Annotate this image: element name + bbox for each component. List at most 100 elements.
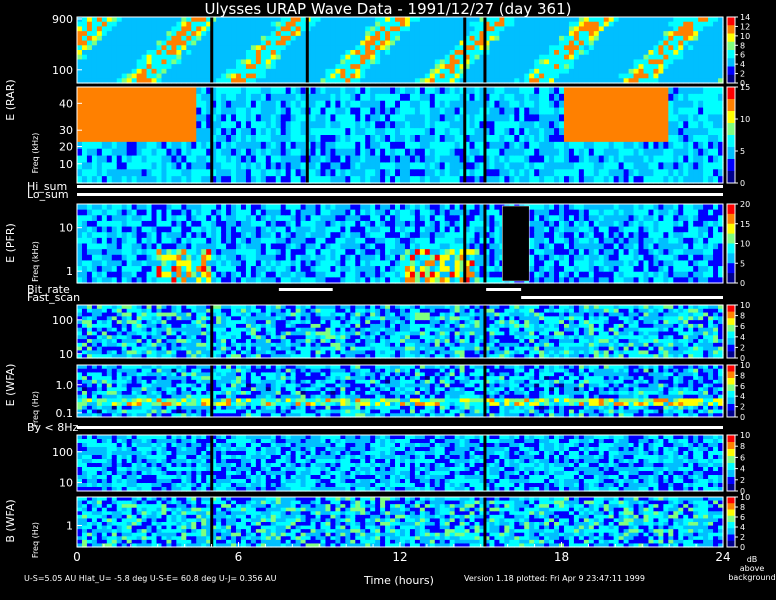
colorbar-tick-label: 12 (740, 22, 750, 31)
colorbar-tick-label: 8 (740, 503, 745, 512)
colorbar-tick-label: 14 (740, 13, 750, 22)
strip-label: By < 8Hz (27, 421, 79, 434)
colorbar-cell (727, 135, 735, 140)
y-tick-label: 1 (66, 265, 73, 278)
colorbar-cell (727, 243, 735, 248)
colorbar-tick-label: 8 (740, 371, 745, 380)
colorbar-tick-label: 6 (740, 513, 745, 522)
panel-wfa-e-high (76, 304, 724, 359)
colorbar-tick-label: 2 (740, 403, 745, 412)
y-tick-label: 100 (52, 446, 73, 459)
data-gap-line (210, 305, 214, 358)
colorbar-cell (727, 227, 735, 231)
colorbar-cell (727, 87, 735, 92)
colorbar-cell (727, 207, 735, 212)
spectrogram-figure: 9001001412108642040302010Freq (kHz)15105… (4, 13, 776, 582)
colorbar-tick-label: 10 (740, 115, 750, 124)
colorbar-cell (727, 99, 735, 104)
colorbar-wfa-b-high (726, 434, 736, 492)
colorbar-tick-label: 6 (740, 382, 745, 391)
colorbar-tick-label: 4 (740, 523, 745, 532)
version-text: Version 1.18 plotted: Fri Apr 9 23:47:11… (464, 574, 645, 583)
colorbar-tick-label: 10 (740, 32, 750, 41)
y-axis-label: Freq (kHz) (31, 133, 40, 174)
colorbar-unit-label: above (740, 564, 765, 573)
panel-group-label: E (WFA) (4, 364, 17, 407)
colorbar-rar-low (726, 86, 736, 184)
data-gap-line (483, 17, 487, 83)
colorbar-cell (727, 167, 735, 172)
colorbar-tick-label: 2 (740, 70, 745, 79)
colorbar-unit-label: dB (747, 555, 758, 564)
colorbar-cell (727, 210, 735, 215)
colorbar-cell (727, 171, 735, 176)
strip-segment (77, 426, 723, 429)
colorbar-tick-label: 5 (740, 147, 745, 156)
colorbar-cell (727, 95, 735, 100)
x-tick-label: 0 (73, 550, 81, 564)
pfr-data-gap-box (502, 205, 530, 282)
colorbar-tick-label: 8 (740, 41, 745, 50)
data-gap-line (483, 435, 487, 491)
colorbar-cell (727, 213, 735, 218)
colorbar-cell (727, 143, 735, 148)
colorbar-cell (727, 236, 735, 241)
colorbar-rar-high (726, 16, 736, 84)
panel-pfr (76, 203, 724, 284)
data-gap-line (210, 87, 214, 183)
colorbar-tick-label: 6 (740, 453, 745, 462)
data-gap-line (483, 497, 487, 547)
panel-rar-high (76, 16, 724, 84)
colorbar-wfa-b-low (726, 496, 736, 548)
x-tick-label: 6 (235, 550, 243, 564)
x-tick-label: 18 (554, 550, 569, 564)
colorbar-cell (727, 246, 735, 251)
colorbar-cell (727, 240, 735, 244)
colorbar-tick-label: 8 (740, 442, 745, 451)
colorbar-tick-label: 4 (740, 60, 745, 69)
colorbar-cell (727, 250, 735, 254)
colorbar-cell (727, 256, 735, 261)
colorbar-wfa-e-low (726, 364, 736, 418)
colorbar-cell (727, 273, 735, 277)
colorbar-cell (727, 159, 735, 164)
y-axis-label: Freq (kHz) (31, 241, 40, 282)
ephemeris-text: U-S=5.05 AU Hlat_U= -5.8 deg U-S-E= 60.8… (24, 574, 277, 583)
y-tick-label: 10 (59, 477, 73, 490)
colorbar-cell (727, 127, 735, 132)
colorbar-wfa-e-high (726, 304, 736, 359)
colorbar-tick-label: 0 (740, 179, 745, 188)
panel-group-label: E (RAR) (4, 79, 17, 120)
colorbar-cell (727, 276, 735, 281)
strip-segment (77, 193, 723, 196)
colorbar-cell (727, 147, 735, 152)
colorbar-cell (727, 115, 735, 120)
colorbar-cell (727, 107, 735, 112)
colorbar-cell (727, 155, 735, 160)
y-tick-label: 1 (66, 520, 73, 533)
colorbar-tick-label: 4 (740, 333, 745, 342)
colorbar-tick-label: 0 (740, 279, 745, 288)
colorbar-cell (727, 119, 735, 124)
colorbar-tick-label: 0 (740, 543, 745, 552)
colorbar-tick-label: 4 (740, 465, 745, 474)
strip-segment (278, 288, 333, 291)
y-tick-label: 900 (52, 13, 73, 26)
panel-wfa-b-low (76, 496, 724, 548)
colorbar-cell (727, 220, 735, 225)
colorbar-cell (727, 233, 735, 238)
y-tick-label: 10 (59, 158, 73, 171)
colorbar-cell (727, 175, 735, 180)
strip-segment (77, 185, 723, 188)
panel-wfa-e-low (76, 364, 724, 418)
colorbar-cell (727, 217, 735, 221)
colorbar-cell (727, 91, 735, 96)
y-tick-label: 10 (59, 348, 73, 361)
colorbar-tick-label: 10 (740, 493, 750, 502)
colorbar-cell (727, 163, 735, 168)
colorbar-cell (727, 151, 735, 156)
strip-label: Fast_scan (27, 291, 80, 304)
colorbar-tick-label: 15 (740, 83, 750, 92)
colorbar-tick-label: 6 (740, 51, 745, 60)
colorbar-tick-label: 0 (740, 413, 745, 422)
